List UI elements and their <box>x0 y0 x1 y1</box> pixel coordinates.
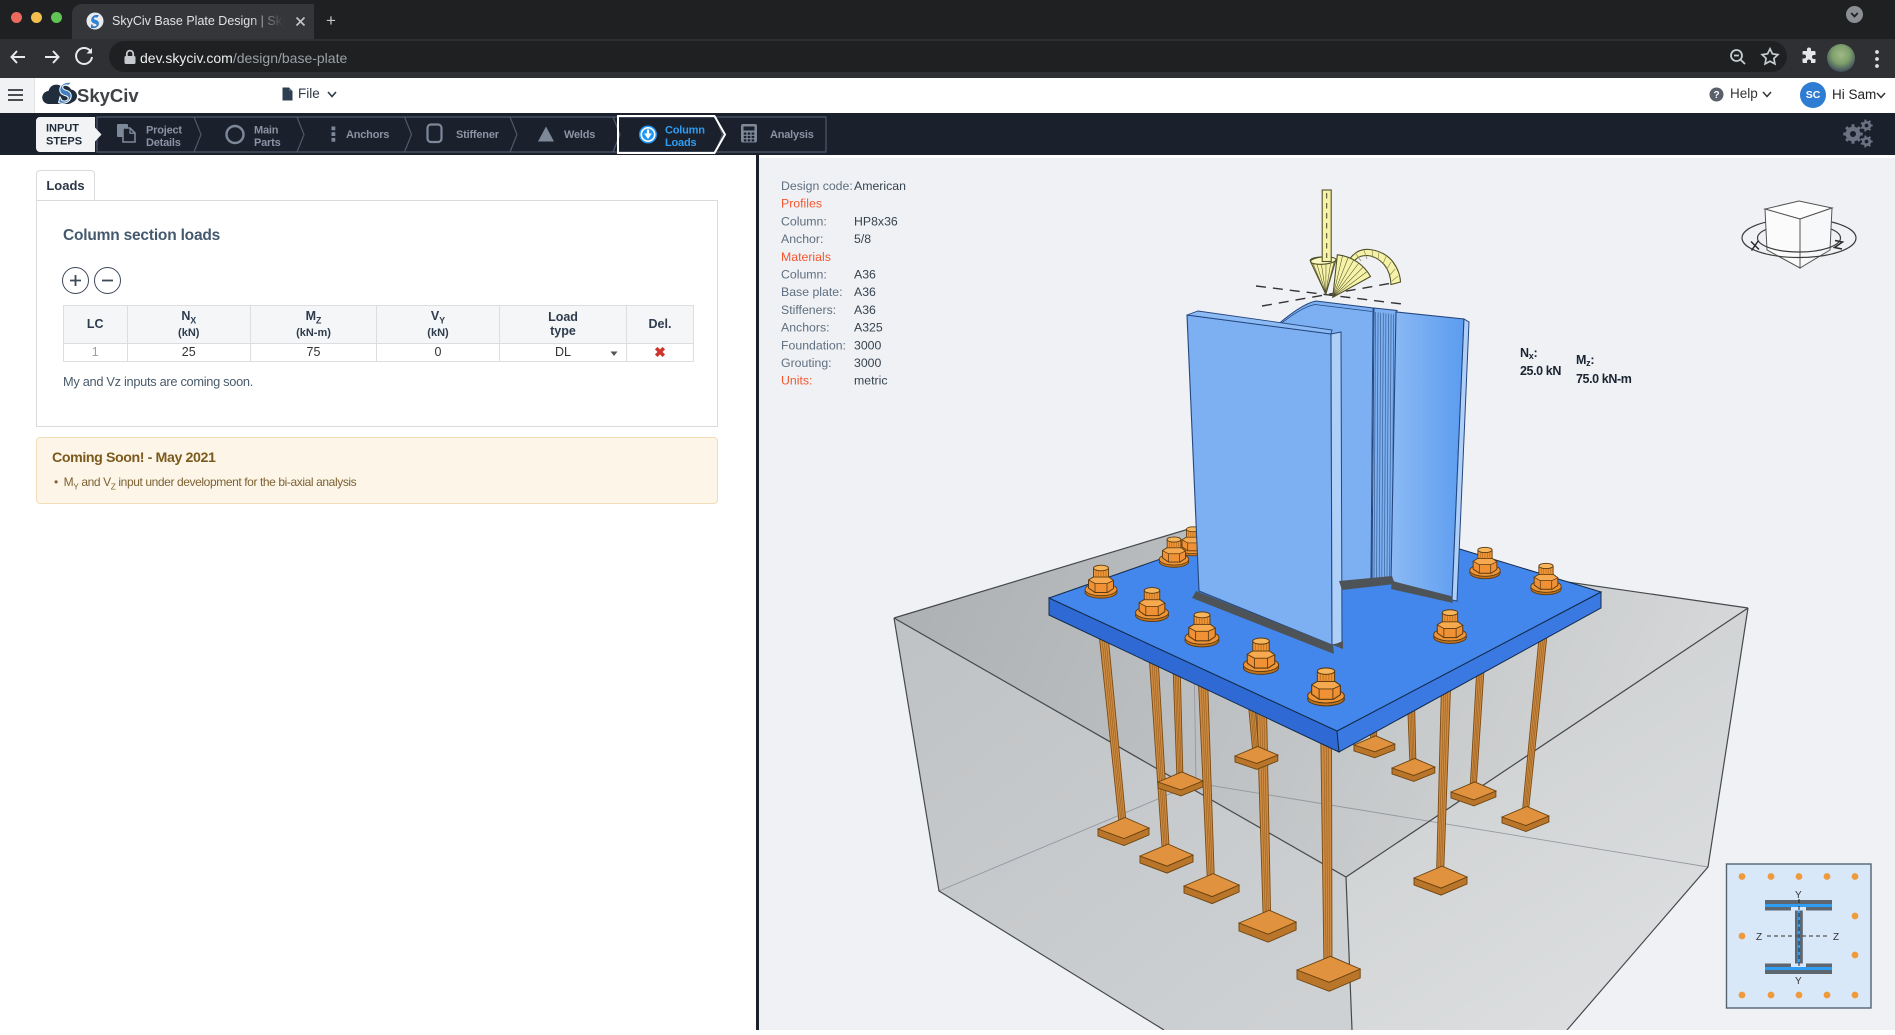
svg-text:Foundation:: Foundation: <box>781 338 846 352</box>
svg-text:Grouting:: Grouting: <box>781 356 832 370</box>
svg-text:Analysis: Analysis <box>770 129 814 141</box>
svg-text:?: ? <box>1713 90 1719 101</box>
svg-text:Units:: Units: <box>781 374 812 388</box>
svg-text:Z: Z <box>1833 932 1839 943</box>
svg-text:Loads: Loads <box>665 137 696 149</box>
svg-text:INPUT: INPUT <box>46 123 79 135</box>
svg-text:A36: A36 <box>854 268 876 282</box>
svg-text:A36: A36 <box>854 285 876 299</box>
svg-text:A325: A325 <box>854 321 883 335</box>
svg-text:STEPS: STEPS <box>46 136 82 148</box>
svg-text:Materials: Materials <box>781 250 831 264</box>
svg-text:Column:: Column: <box>781 214 827 228</box>
svg-text:Y: Y <box>1795 890 1802 901</box>
svg-text:Welds: Welds <box>564 129 595 141</box>
svg-text:Parts: Parts <box>254 137 281 149</box>
svg-text:Stiffeners:: Stiffeners: <box>781 303 836 317</box>
svg-text:American: American <box>854 179 906 193</box>
svg-text:Stiffener: Stiffener <box>456 129 500 141</box>
svg-text:25.0 kN: 25.0 kN <box>1520 364 1561 378</box>
svg-text:Anchors: Anchors <box>346 129 389 141</box>
svg-text:3000: 3000 <box>854 338 882 352</box>
svg-text:75.0 kN-m: 75.0 kN-m <box>1576 372 1632 386</box>
svg-text:3000: 3000 <box>854 356 882 370</box>
svg-text:HP8x36: HP8x36 <box>854 214 898 228</box>
svg-text:5/8: 5/8 <box>854 232 871 246</box>
svg-text:Design code:: Design code: <box>781 179 853 193</box>
svg-text:Y: Y <box>1795 976 1802 987</box>
svg-text:Details: Details <box>146 137 181 149</box>
svg-text:Column:: Column: <box>781 268 827 282</box>
svg-text:metric: metric <box>854 374 887 388</box>
svg-text:Nx:: Nx: <box>1520 346 1537 361</box>
svg-text:A36: A36 <box>854 303 876 317</box>
svg-text:Project: Project <box>146 125 182 137</box>
svg-text:Z: Z <box>1756 932 1762 943</box>
svg-text:Column: Column <box>665 125 705 137</box>
svg-text:Mz:: Mz: <box>1576 353 1594 368</box>
svg-text:Main: Main <box>254 125 279 137</box>
svg-text:Profiles: Profiles <box>781 197 822 211</box>
svg-text:Base plate:: Base plate: <box>781 285 843 299</box>
svg-text:Anchor:: Anchor: <box>781 232 823 246</box>
svg-text:Anchors:: Anchors: <box>781 321 830 335</box>
